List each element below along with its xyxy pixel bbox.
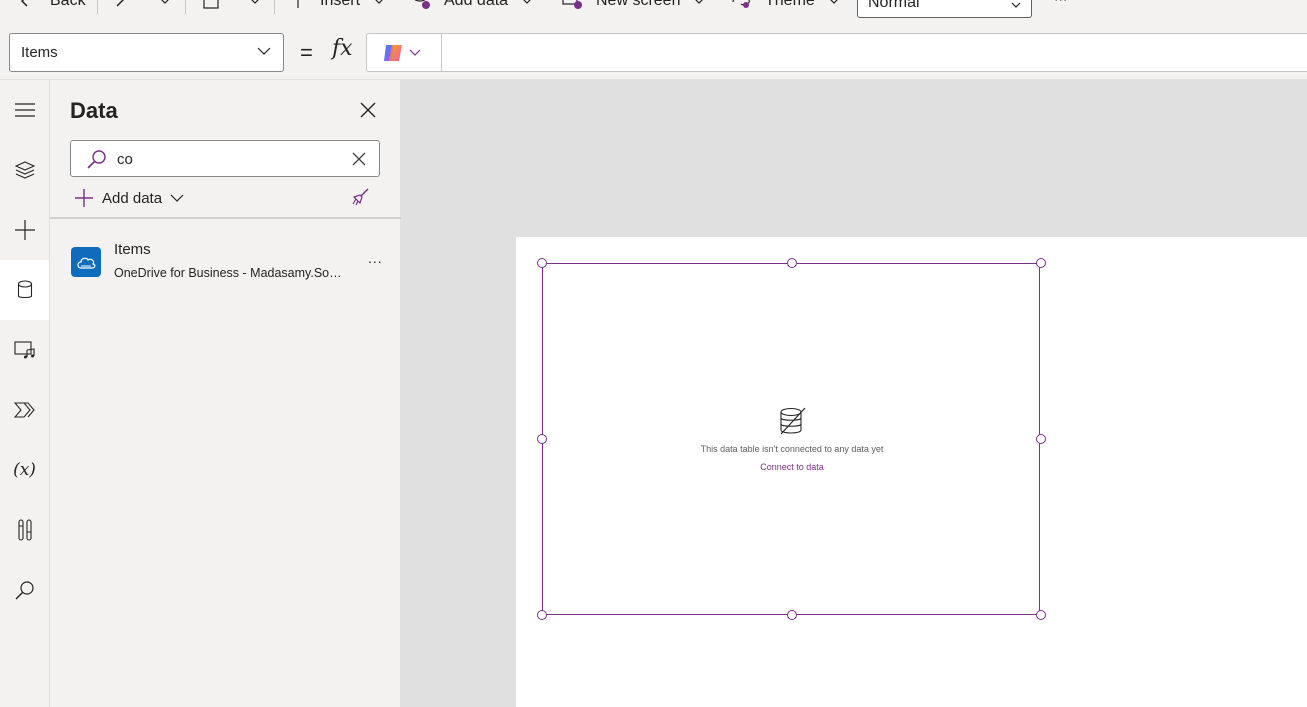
theme-select[interactable]: Normal bbox=[857, 0, 1032, 18]
chevron-down-icon bbox=[251, 0, 259, 4]
hamburger-icon bbox=[14, 103, 35, 117]
add-data-label: Add data bbox=[102, 189, 163, 207]
chevron-down-icon bbox=[829, 0, 838, 4]
datasource-item[interactable]: Items OneDrive for Business - Madasamy.S… bbox=[50, 230, 401, 288]
resize-handle-bottom-right[interactable] bbox=[1036, 610, 1046, 620]
back-label: Back bbox=[50, 0, 86, 9]
advanced-tools-rail-button[interactable] bbox=[0, 500, 49, 560]
back-button[interactable]: Back bbox=[18, 0, 86, 12]
empty-state-message: This data table isn't connected to any d… bbox=[700, 444, 884, 454]
chevron-down-icon bbox=[161, 0, 169, 4]
search-rail-button[interactable] bbox=[0, 560, 49, 620]
search-icon bbox=[15, 581, 34, 600]
resize-handle-right[interactable] bbox=[1036, 434, 1046, 444]
copy-button[interactable] bbox=[202, 0, 220, 12]
chevron-down-icon bbox=[257, 47, 271, 55]
insert-button[interactable]: Insert bbox=[292, 0, 384, 12]
chevron-down-icon bbox=[695, 0, 704, 4]
fx-icon[interactable]: fx bbox=[332, 36, 353, 61]
chevron-down-icon bbox=[375, 0, 383, 4]
copy-dropdown[interactable] bbox=[250, 0, 260, 12]
new-screen-icon bbox=[562, 0, 582, 9]
clear-search-icon[interactable] bbox=[351, 151, 367, 167]
chevron-down-icon bbox=[170, 194, 184, 202]
close-pane-button[interactable] bbox=[358, 100, 380, 122]
property-dropdown[interactable]: Items bbox=[9, 33, 284, 72]
power-automate-icon bbox=[13, 402, 35, 418]
chevron-down-icon bbox=[1011, 2, 1021, 8]
variables-icon: (𝑥) bbox=[13, 460, 36, 480]
new-screen-label: New screen bbox=[596, 0, 681, 9]
resize-handle-top-right[interactable] bbox=[1036, 258, 1046, 268]
more-commands-button[interactable]: ... bbox=[1054, 0, 1067, 8]
pane-title: Data bbox=[70, 98, 118, 123]
new-screen-button[interactable]: New screen bbox=[562, 0, 704, 12]
copy-icon bbox=[203, 0, 219, 9]
equals-sign: = bbox=[300, 40, 313, 65]
toolbar-separator bbox=[185, 0, 186, 14]
theme-button[interactable]: Theme bbox=[731, 0, 839, 12]
menu-button[interactable] bbox=[0, 80, 49, 140]
toolbar-separator bbox=[97, 0, 98, 14]
resize-handle-left[interactable] bbox=[537, 434, 547, 444]
copilot-button[interactable] bbox=[366, 33, 442, 72]
database-icon bbox=[17, 280, 32, 299]
clear-unused-button[interactable] bbox=[350, 187, 370, 212]
data-pane: Data co Add data Items OneDrive for Busi… bbox=[50, 80, 401, 707]
left-rail: (𝑥) bbox=[0, 80, 50, 707]
canvas-area: This data table isn't connected to any d… bbox=[401, 80, 1307, 707]
resize-handle-bottom-left[interactable] bbox=[537, 610, 547, 620]
tree-view-button[interactable] bbox=[0, 140, 49, 200]
variables-rail-button[interactable]: (𝑥) bbox=[0, 440, 49, 500]
plus-icon bbox=[297, 0, 299, 8]
theme-value: Normal bbox=[868, 0, 920, 11]
broom-icon bbox=[352, 188, 369, 206]
toolbar-separator bbox=[274, 0, 275, 14]
formula-input[interactable] bbox=[441, 33, 1307, 72]
copilot-icon bbox=[384, 44, 402, 61]
tools-icon bbox=[17, 519, 32, 541]
pane-divider bbox=[50, 217, 401, 219]
datasource-more-button[interactable]: ... bbox=[368, 250, 383, 266]
layers-icon bbox=[14, 161, 35, 179]
resize-handle-bottom[interactable] bbox=[787, 610, 797, 620]
connect-to-data-link[interactable]: Connect to data bbox=[543, 462, 1041, 472]
database-add-icon bbox=[414, 0, 430, 9]
search-value: co bbox=[117, 151, 133, 168]
property-value: Items bbox=[21, 44, 58, 61]
chevron-down-icon bbox=[409, 49, 421, 56]
app-screen[interactable]: This data table isn't connected to any d… bbox=[516, 237, 1307, 707]
close-icon bbox=[360, 102, 376, 118]
datasource-name: Items bbox=[114, 241, 151, 258]
search-icon bbox=[87, 150, 106, 169]
insert-rail-button[interactable] bbox=[0, 200, 49, 260]
redo-icon bbox=[116, 0, 125, 7]
plus-icon bbox=[14, 220, 35, 240]
formula-bar: Items = fx bbox=[0, 26, 1307, 80]
disconnected-database-icon bbox=[780, 407, 806, 435]
add-data-toolbar-label: Add data bbox=[444, 0, 509, 9]
data-rail-button[interactable] bbox=[0, 260, 49, 320]
power-automate-rail-button[interactable] bbox=[0, 380, 49, 440]
command-bar: Back Insert Add data New screen Theme No… bbox=[0, 0, 1307, 26]
media-rail-button[interactable] bbox=[0, 320, 49, 380]
onedrive-icon bbox=[71, 247, 101, 277]
data-table-control[interactable]: This data table isn't connected to any d… bbox=[537, 258, 1046, 620]
resize-handle-top-left[interactable] bbox=[537, 258, 547, 268]
media-icon bbox=[13, 341, 35, 359]
add-data-toolbar-button[interactable]: Add data bbox=[412, 0, 532, 12]
resize-handle-top[interactable] bbox=[787, 258, 797, 268]
plus-icon bbox=[75, 189, 93, 207]
data-search-input[interactable]: co bbox=[70, 140, 380, 177]
palette-icon bbox=[732, 0, 750, 8]
chevron-down-icon bbox=[523, 0, 531, 4]
redo-button[interactable] bbox=[114, 0, 130, 12]
more-label: ... bbox=[1054, 0, 1067, 6]
undo-dropdown[interactable] bbox=[160, 0, 170, 12]
add-data-button[interactable]: Add data bbox=[74, 186, 184, 210]
insert-label: Insert bbox=[320, 0, 361, 9]
theme-label: Theme bbox=[765, 0, 815, 9]
datasource-subtitle: OneDrive for Business - Madasamy.Sollaia… bbox=[114, 266, 342, 280]
back-arrow-icon bbox=[20, 0, 28, 7]
